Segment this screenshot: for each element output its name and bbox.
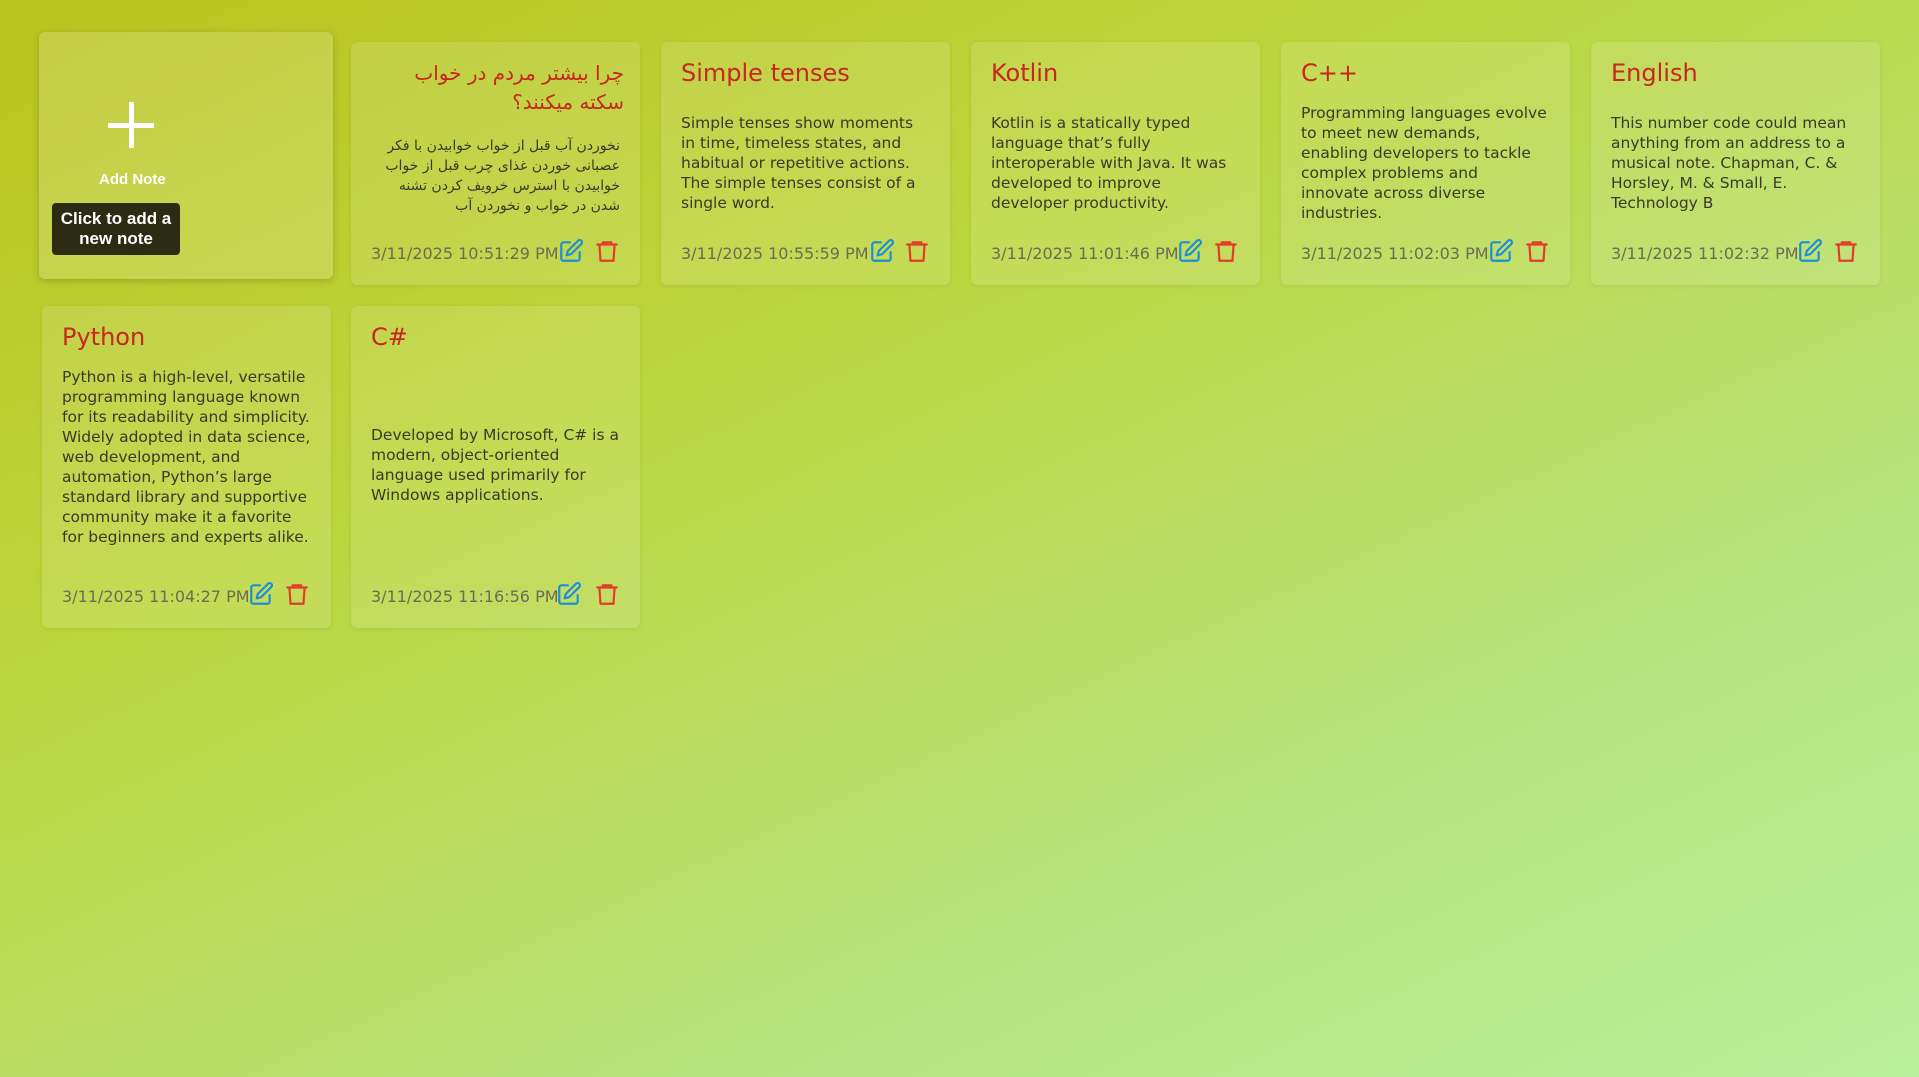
note-title: Kotlin <box>991 59 1059 87</box>
add-note-label: Add Note <box>99 171 166 188</box>
note-date: 3/11/2025 10:55:59 PM <box>681 244 869 263</box>
note-title: English <box>1611 59 1698 87</box>
note-date: 3/11/2025 11:04:27 PM <box>62 587 250 606</box>
trash-icon[interactable] <box>594 581 620 607</box>
note-card[interactable]: Simple tenses Simple tenses show moments… <box>661 42 950 285</box>
tooltip-line-1: Click to add a <box>60 209 172 228</box>
edit-icon[interactable] <box>1797 238 1823 264</box>
note-title: Python <box>62 323 146 351</box>
note-body: Programming languages evolve to meet new… <box>1301 104 1547 222</box>
note-body: Simple tenses show moments in time, time… <box>681 114 916 212</box>
note-body: Kotlin is a statically typed language th… <box>991 114 1227 212</box>
note-date: 3/11/2025 11:01:46 PM <box>991 244 1179 263</box>
trash-icon[interactable] <box>1524 238 1550 264</box>
tooltip-line-2: new note <box>79 229 153 248</box>
note-title: C# <box>371 323 408 351</box>
note-date: 3/11/2025 11:02:32 PM <box>1611 244 1799 263</box>
note-title: چرا بیشتر مردم در خواب سکته میکنند؟ <box>414 61 624 114</box>
trash-icon[interactable] <box>1213 238 1239 264</box>
edit-icon[interactable] <box>1177 238 1203 264</box>
plus-icon <box>108 102 154 148</box>
note-date: 3/11/2025 11:16:56 PM <box>371 587 559 606</box>
note-card[interactable]: چرا بیشتر مردم در خواب سکته میکنند؟ نخور… <box>351 42 640 285</box>
note-body: Developed by Microsoft, C# is a modern, … <box>371 426 619 504</box>
edit-icon[interactable] <box>556 581 582 607</box>
note-body: Python is a high-level, versatile progra… <box>62 368 311 546</box>
note-date: 3/11/2025 11:02:03 PM <box>1301 244 1489 263</box>
note-card[interactable]: English This number code could mean anyt… <box>1591 42 1880 285</box>
note-card[interactable]: Python Python is a high-level, versatile… <box>42 306 331 628</box>
note-body: نخوردن آب قبل از خواب خوابیدن با فکر عصب… <box>385 138 620 214</box>
note-date: 3/11/2025 10:51:29 PM <box>371 244 559 263</box>
note-card[interactable]: Kotlin Kotlin is a statically typed lang… <box>971 42 1260 285</box>
add-note-tooltip: Click to add a new note <box>52 203 180 255</box>
note-card[interactable]: C# Developed by Microsoft, C# is a moder… <box>351 306 640 628</box>
edit-icon[interactable] <box>1488 238 1514 264</box>
note-card[interactable]: C++ Programming languages evolve to meet… <box>1281 42 1570 285</box>
note-title: C++ <box>1301 59 1358 87</box>
trash-icon[interactable] <box>904 238 930 264</box>
edit-icon[interactable] <box>248 581 274 607</box>
edit-icon[interactable] <box>869 238 895 264</box>
trash-icon[interactable] <box>284 581 310 607</box>
edit-icon[interactable] <box>558 238 584 264</box>
trash-icon[interactable] <box>594 238 620 264</box>
trash-icon[interactable] <box>1833 238 1859 264</box>
note-body: This number code could mean anything fro… <box>1611 114 1847 212</box>
note-title: Simple tenses <box>681 59 850 87</box>
